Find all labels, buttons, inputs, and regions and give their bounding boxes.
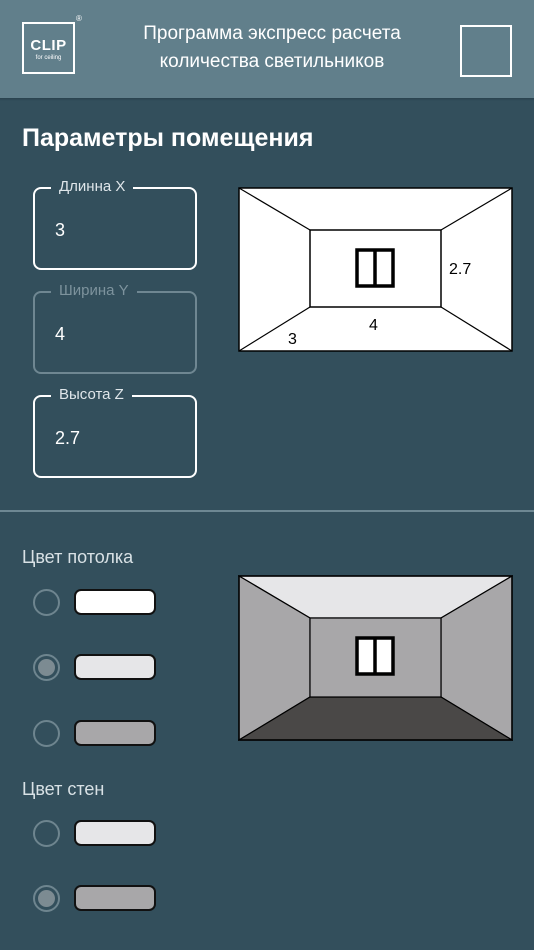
diagram-height-label: 2.7 — [449, 261, 471, 278]
ceiling-color-title: Цвет потолка — [22, 547, 134, 567]
wall-color-radio-1[interactable] — [33, 820, 60, 847]
length-x-label: Длинна X — [51, 178, 134, 196]
wall-color-swatch-2[interactable] — [74, 885, 156, 911]
app-title-line-1: Программа экспресс расчета — [143, 23, 401, 44]
length-x-value[interactable]: 3 — [55, 219, 65, 241]
app-header: CLIP for ceiling ® Программа экспресс ра… — [0, 0, 534, 98]
ceiling-color-radio-2[interactable] — [33, 654, 60, 681]
clip-logo: CLIP for ceiling — [22, 22, 75, 74]
room-dimension-diagram: 2.7 4 3 — [238, 187, 513, 352]
registered-mark: ® — [76, 14, 82, 23]
ceiling-color-swatch-3[interactable] — [74, 720, 156, 746]
wall-color-title: Цвет стен — [22, 779, 105, 799]
ceiling-color-swatch-2[interactable] — [74, 654, 156, 680]
header-shadow — [0, 98, 534, 101]
diagram-width-label: 4 — [369, 317, 378, 334]
menu-button[interactable] — [460, 25, 512, 77]
room-params-title: Параметры помещения — [22, 124, 314, 152]
preview-window-icon — [355, 636, 395, 676]
wall-color-swatch-1[interactable] — [74, 820, 156, 846]
width-y-label: Ширина Y — [51, 282, 137, 300]
ceiling-color-radio-1[interactable] — [33, 589, 60, 616]
diagram-length-label: 3 — [288, 331, 297, 348]
ceiling-color-swatch-1[interactable] — [74, 589, 156, 615]
logo-subtext: for ceiling — [35, 55, 62, 61]
width-y-value[interactable]: 4 — [55, 323, 65, 345]
app-title-line-2: количества светильников — [159, 51, 385, 72]
app-title: Программа экспресс расчета количества св… — [100, 20, 444, 76]
height-z-field[interactable]: Высота Z 2.7 — [33, 386, 197, 478]
section-divider — [0, 510, 534, 512]
room-color-preview — [238, 575, 513, 741]
height-z-label: Высота Z — [51, 386, 132, 404]
logo-text: CLIP — [30, 37, 67, 54]
wall-color-radio-2[interactable] — [33, 885, 60, 912]
length-x-field[interactable]: Длинна X 3 — [33, 178, 197, 270]
width-y-field[interactable]: Ширина Y 4 — [33, 282, 197, 374]
height-z-value[interactable]: 2.7 — [55, 427, 80, 449]
ceiling-color-radio-3[interactable] — [33, 720, 60, 747]
